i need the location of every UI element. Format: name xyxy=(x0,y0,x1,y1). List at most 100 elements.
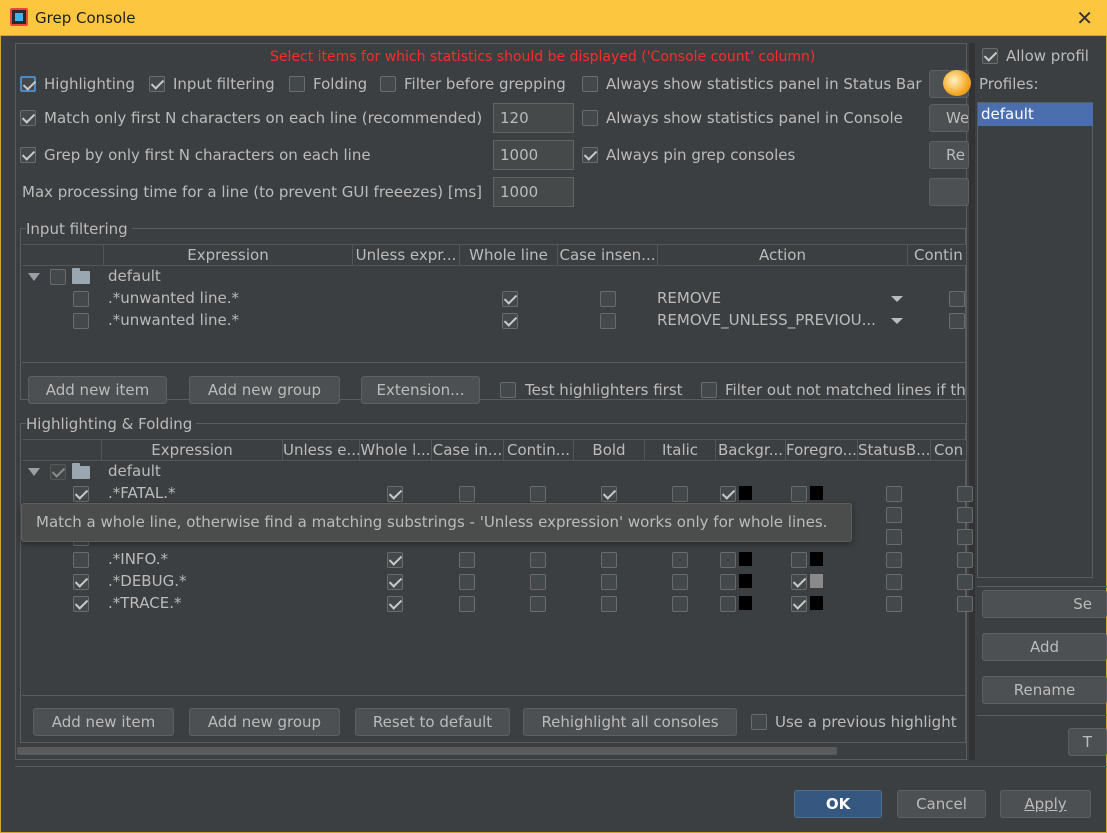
foreground-color-swatch[interactable] xyxy=(810,486,823,500)
row-enabled-checkbox[interactable] xyxy=(73,596,89,612)
expand-icon[interactable] xyxy=(28,273,40,281)
background-color-swatch[interactable] xyxy=(739,596,752,610)
row-whole-line-checkbox[interactable] xyxy=(387,552,403,568)
background-color-swatch[interactable] xyxy=(739,486,752,500)
row-case-checkbox[interactable] xyxy=(600,291,616,307)
group-checkbox[interactable] xyxy=(50,269,66,285)
row-whole-line-checkbox[interactable] xyxy=(387,596,403,612)
apply-button[interactable]: Apply xyxy=(1000,790,1091,818)
stats-status-bar-checkbox[interactable] xyxy=(582,76,598,92)
use-previous-checkbox[interactable] xyxy=(751,714,767,730)
row-case-checkbox[interactable] xyxy=(459,596,475,612)
ok-button[interactable]: OK xyxy=(794,790,882,818)
folding-checkbox[interactable] xyxy=(289,76,305,92)
row-foreground-checkbox[interactable] xyxy=(791,552,807,568)
allow-profiles-checkbox[interactable] xyxy=(982,48,998,64)
chevron-down-icon[interactable] xyxy=(891,296,903,302)
filter-out-checkbox[interactable] xyxy=(701,382,717,398)
col-action[interactable]: Action xyxy=(658,245,908,266)
stats-console-checkbox[interactable] xyxy=(582,110,598,126)
group-checkbox[interactable] xyxy=(50,464,66,480)
row-console-checkbox[interactable] xyxy=(957,486,973,502)
row-bold-checkbox[interactable] xyxy=(601,552,617,568)
col-expression[interactable]: Expression xyxy=(102,440,283,461)
row-bold-checkbox[interactable] xyxy=(601,486,617,502)
background-color-swatch[interactable] xyxy=(739,552,752,566)
scrollbar-thumb[interactable] xyxy=(17,747,837,755)
pin-consoles-checkbox[interactable] xyxy=(582,147,598,163)
row-statusbar-checkbox[interactable] xyxy=(886,574,902,590)
extension-button[interactable]: Extension... xyxy=(361,376,480,404)
row-expression[interactable]: .*INFO.* xyxy=(108,550,168,568)
expand-icon[interactable] xyxy=(28,468,40,476)
row-console-checkbox[interactable] xyxy=(957,552,973,568)
row-enabled-checkbox[interactable] xyxy=(73,574,89,590)
add-new-group-button[interactable]: Add new group xyxy=(189,376,340,404)
col-statusbar[interactable]: StatusB... xyxy=(858,440,931,461)
row-continue-checkbox[interactable] xyxy=(530,486,546,502)
add-new-item-button[interactable]: Add new item xyxy=(33,708,174,736)
col-console[interactable]: Con xyxy=(931,440,966,461)
row-expression[interactable]: .*unwanted line.* xyxy=(108,311,239,329)
row-statusbar-checkbox[interactable] xyxy=(886,552,902,568)
grep-first-n-checkbox[interactable] xyxy=(20,147,36,163)
match-first-n-checkbox[interactable] xyxy=(20,110,36,126)
rename-profile-button[interactable]: Rename xyxy=(982,676,1107,704)
row-case-checkbox[interactable] xyxy=(459,486,475,502)
row-continue-checkbox[interactable] xyxy=(530,596,546,612)
match-first-n-input[interactable] xyxy=(493,103,574,133)
side-button-1[interactable]: We xyxy=(929,104,969,132)
row-console-checkbox[interactable] xyxy=(957,507,973,523)
max-time-input[interactable] xyxy=(493,177,574,207)
row-statusbar-checkbox[interactable] xyxy=(886,486,902,502)
row-statusbar-checkbox[interactable] xyxy=(886,507,902,523)
row-console-checkbox[interactable] xyxy=(957,529,973,545)
col-case-insensitive[interactable]: Case insen... xyxy=(558,245,658,266)
row-foreground-checkbox[interactable] xyxy=(791,486,807,502)
set-profile-button[interactable]: Se xyxy=(982,590,1107,618)
col-foreground[interactable]: Foregro... xyxy=(786,440,858,461)
row-enabled-checkbox[interactable] xyxy=(73,313,89,329)
add-profile-button[interactable]: Add xyxy=(982,633,1107,661)
background-color-swatch[interactable] xyxy=(739,574,752,588)
row-whole-line-checkbox[interactable] xyxy=(502,313,518,329)
row-console-checkbox[interactable] xyxy=(957,574,973,590)
rehighlight-button[interactable]: Rehighlight all consoles xyxy=(523,708,737,736)
row-continue-checkbox[interactable] xyxy=(530,552,546,568)
highlighting-checkbox[interactable] xyxy=(20,76,36,92)
row-continue-checkbox[interactable] xyxy=(949,291,965,307)
foreground-color-swatch[interactable] xyxy=(810,574,823,588)
col-whole-line[interactable]: Whole line xyxy=(460,245,558,266)
t-button[interactable]: T xyxy=(1068,728,1107,756)
row-expression[interactable]: .*FATAL.* xyxy=(108,484,176,502)
row-case-checkbox[interactable] xyxy=(459,552,475,568)
row-statusbar-checkbox[interactable] xyxy=(886,596,902,612)
reset-to-default-button[interactable]: Reset to default xyxy=(355,708,510,736)
col-unless[interactable]: Unless e... xyxy=(283,440,360,461)
row-case-checkbox[interactable] xyxy=(459,574,475,590)
foreground-color-swatch[interactable] xyxy=(810,596,823,610)
splitter[interactable] xyxy=(969,43,975,760)
col-continue[interactable]: Contin xyxy=(908,245,966,266)
add-new-group-button[interactable]: Add new group xyxy=(189,708,340,736)
row-expression[interactable]: .*TRACE.* xyxy=(108,594,181,612)
row-italic-checkbox[interactable] xyxy=(672,486,688,502)
row-enabled-checkbox[interactable] xyxy=(73,486,89,502)
side-button-3[interactable] xyxy=(929,178,969,206)
row-background-checkbox[interactable] xyxy=(720,574,736,590)
row-expression[interactable]: .*DEBUG.* xyxy=(108,572,186,590)
col-background[interactable]: Backgr... xyxy=(716,440,786,461)
filter-before-checkbox[interactable] xyxy=(380,76,396,92)
col-bold[interactable]: Bold xyxy=(574,440,645,461)
row-continue-checkbox[interactable] xyxy=(949,313,965,329)
row-console-checkbox[interactable] xyxy=(957,596,973,612)
foreground-color-swatch[interactable] xyxy=(810,552,823,566)
chevron-down-icon[interactable] xyxy=(891,318,903,324)
row-case-checkbox[interactable] xyxy=(600,313,616,329)
profile-item[interactable]: default xyxy=(978,103,1093,126)
row-action[interactable]: REMOVE_UNLESS_PREVIOU... xyxy=(657,311,876,329)
grep-first-n-input[interactable] xyxy=(493,140,574,170)
row-whole-line-checkbox[interactable] xyxy=(502,291,518,307)
close-icon[interactable]: ✕ xyxy=(1076,6,1093,30)
col-unless[interactable]: Unless expr... xyxy=(353,245,460,266)
